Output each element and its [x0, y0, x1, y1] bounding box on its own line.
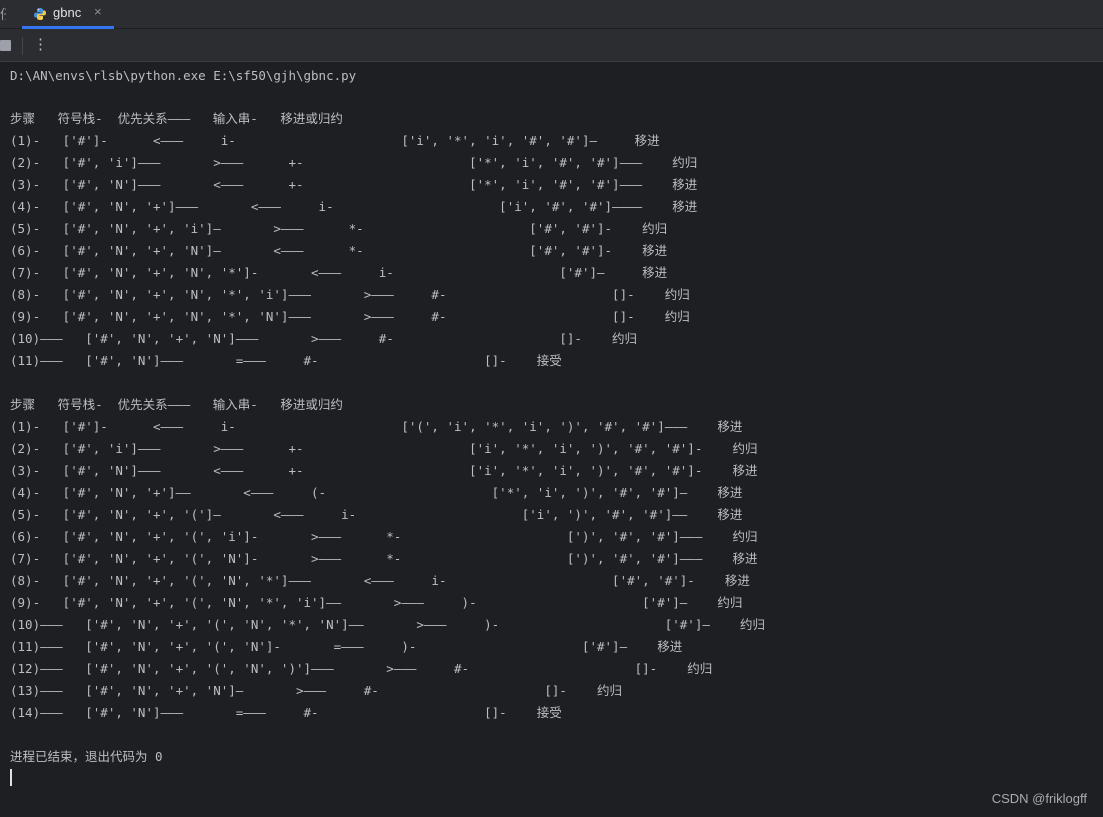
table1-row: (1)- ['#']- <——— i- ['i', '*', 'i', '#',… [10, 133, 660, 148]
run-toolbar: ⋮ [0, 29, 1103, 62]
table1-header: 步骤 符号栈- 优先关系——— 输入串- 移进或归约 [10, 111, 343, 126]
table1-row: (5)- ['#', 'N', '+', 'i']— >——— *- ['#',… [10, 221, 668, 236]
stop-icon[interactable] [0, 40, 11, 51]
table2-row: (14)——— ['#', 'N']——— =——— #- []- 接受 [10, 705, 562, 720]
table1-row: (8)- ['#', 'N', '+', 'N', '*', 'i']——— >… [10, 287, 690, 302]
command-line: D:\AN\envs\rlsb\python.exe E:\sf50\gjh\g… [10, 68, 357, 83]
text-caret [10, 769, 12, 786]
table2-row: (1)- ['#']- <——— i- ['(', 'i', '*', 'i',… [10, 419, 743, 434]
table1-row: (4)- ['#', 'N', '+']——— <——— i- ['i', '#… [10, 199, 698, 214]
table2-row: (4)- ['#', 'N', '+']—— <——— (- ['*', 'i'… [10, 485, 743, 500]
table2-row: (11)——— ['#', 'N', '+', '(', 'N']- =——— … [10, 639, 683, 654]
table2-row: (8)- ['#', 'N', '+', '(', 'N', '*']——— <… [10, 573, 750, 588]
table2-row: (3)- ['#', 'N']——— <——— +- ['i', '*', 'i… [10, 463, 758, 478]
run-console-output[interactable]: D:\AN\envs\rlsb\python.exe E:\sf50\gjh\g… [0, 62, 1103, 817]
more-vertical-icon[interactable]: ⋮ [33, 36, 48, 56]
tab-close-icon[interactable]: × [94, 4, 102, 19]
table1-row: (7)- ['#', 'N', '+', 'N', '*']- <——— i- … [10, 265, 668, 280]
table1-row: (9)- ['#', 'N', '+', 'N', '*', 'N']——— >… [10, 309, 690, 324]
exit-message: 进程已结束，退出代码为 0 [10, 749, 163, 764]
table2-row: (13)——— ['#', 'N', '+', 'N']— >——— #- []… [10, 683, 622, 698]
table2-header: 步骤 符号栈- 优先关系——— 输入串- 移进或归约 [10, 397, 343, 412]
table1-row: (6)- ['#', 'N', '+', 'N']— <——— *- ['#',… [10, 243, 668, 258]
table2-row: (5)- ['#', 'N', '+', '(']— <——— i- ['i',… [10, 507, 743, 522]
table1-row: (2)- ['#', 'i']——— >——— +- ['*', 'i', '#… [10, 155, 698, 170]
table1-row: (10)——— ['#', 'N', '+', 'N']——— >——— #- … [10, 331, 638, 346]
table2-row: (2)- ['#', 'i']——— >——— +- ['i', '*', 'i… [10, 441, 758, 456]
toolbar-divider [22, 37, 23, 55]
watermark: CSDN @friklogff [991, 791, 1087, 806]
table2-row: (12)——— ['#', 'N', '+', '(', 'N', ')']——… [10, 661, 713, 676]
editor-tab-bar: 仔 gbnc × [0, 0, 1103, 29]
table1-row: (11)——— ['#', 'N']——— =——— #- []- 接受 [10, 353, 562, 368]
tab-gbnc[interactable]: gbnc × [22, 0, 114, 29]
table2-row: (7)- ['#', 'N', '+', '(', 'N']- >——— *- … [10, 551, 758, 566]
tab-label: gbnc [53, 5, 82, 20]
table2-row: (10)——— ['#', 'N', '+', '(', 'N', '*', '… [10, 617, 765, 632]
table2-row: (9)- ['#', 'N', '+', '(', 'N', '*', 'i']… [10, 595, 743, 610]
table2-row: (6)- ['#', 'N', '+', '(', 'i']- >——— *- … [10, 529, 758, 544]
previous-tab-fragment[interactable]: 仔 [0, 4, 6, 24]
table1-row: (3)- ['#', 'N']——— <——— +- ['*', 'i', '#… [10, 177, 698, 192]
python-file-icon [34, 8, 46, 20]
